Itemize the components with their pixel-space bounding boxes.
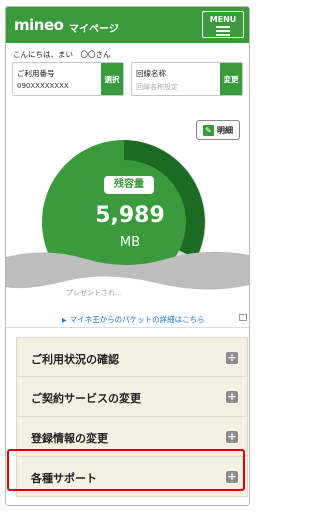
packet-detail-link-label: マイネ王からのパケットの詳細はこちら — [69, 315, 205, 324]
change-button[interactable]: 変更 — [220, 63, 242, 95]
phone-frame: mineo マイページ MENU こんにちは、まい 〇〇さん ご利用番号 090… — [5, 6, 250, 506]
number-value: 090XXXXXXXX — [17, 82, 69, 90]
menu-item-usage[interactable]: ご利用状況の確認 + — [16, 337, 248, 377]
line-name-placeholder: 回線名称設定 — [136, 83, 178, 91]
menu-item-label: ご契約サービスの変更 — [31, 392, 141, 405]
plus-icon: + — [226, 390, 238, 403]
page-title: マイページ — [69, 24, 119, 35]
select-button[interactable]: 選択 — [101, 63, 123, 95]
mineo-logo[interactable]: mineo — [14, 16, 64, 34]
external-link-icon — [239, 314, 247, 321]
hamburger-icon — [216, 26, 230, 36]
triangle-right-icon: ▶ — [62, 317, 67, 324]
support-highlight-box — [7, 449, 245, 491]
plus-icon: + — [226, 351, 238, 364]
number-box: ご利用番号 090XXXXXXXX 選択 — [12, 62, 124, 96]
menu-item-label: ご利用状況の確認 — [31, 353, 119, 366]
menu-item-contract[interactable]: ご契約サービスの変更 + — [16, 377, 248, 417]
remaining-value: 5,989 — [95, 203, 165, 228]
app-header: mineo マイページ MENU — [6, 7, 249, 43]
remaining-badge: 残容量 — [104, 176, 154, 194]
menu-button[interactable]: MENU — [202, 11, 244, 38]
menu-item-label: 登録情報の変更 — [31, 432, 108, 445]
divider — [6, 327, 249, 328]
present-text: プレゼントされ… — [66, 289, 122, 297]
greeting-text: こんにちは、まい 〇〇さん — [13, 50, 111, 59]
packet-detail-link[interactable]: ▶ マイネ王からのパケットの詳細はこちら — [62, 314, 205, 325]
torn-edge-divider — [6, 251, 249, 290]
line-name-label: 回線名称 — [136, 69, 166, 78]
menu-button-label: MENU — [209, 15, 237, 24]
line-name-box: 回線名称 回線名称設定 変更 — [131, 62, 243, 96]
plus-icon: + — [226, 430, 238, 443]
number-label: ご利用番号 — [17, 69, 55, 78]
